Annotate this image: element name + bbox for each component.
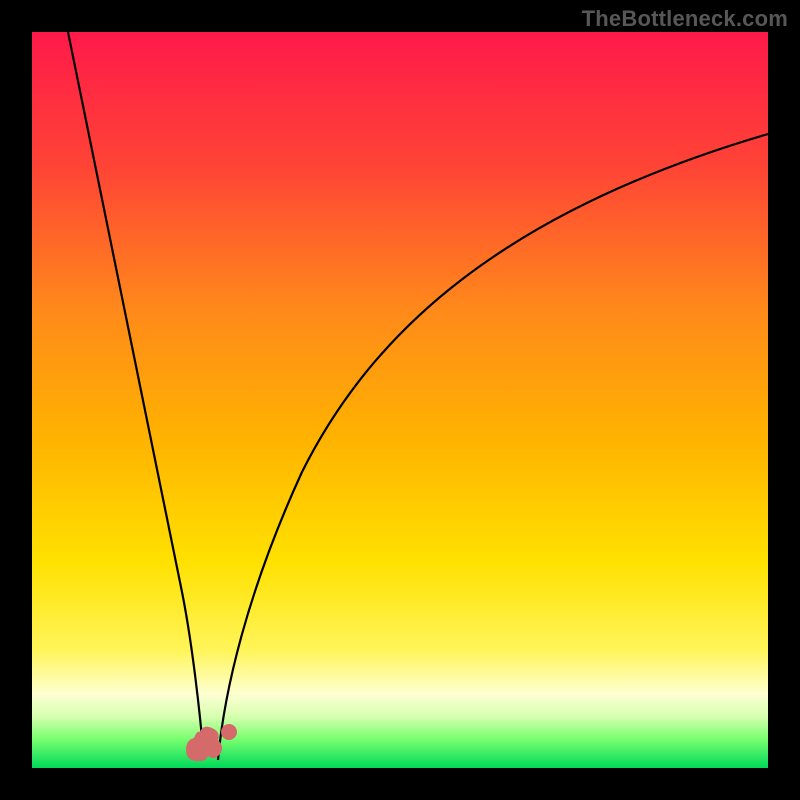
chart-frame: TheBottleneck.com: [0, 0, 800, 800]
marker-blob: [186, 727, 222, 761]
bottleneck-curve-left: [68, 32, 204, 760]
bottleneck-curve-right: [218, 134, 768, 760]
marker-dot: [221, 724, 237, 740]
marker-cluster: [186, 724, 237, 761]
curve-layer: [32, 32, 768, 768]
watermark-text: TheBottleneck.com: [582, 6, 788, 32]
plot-area: [32, 32, 768, 768]
